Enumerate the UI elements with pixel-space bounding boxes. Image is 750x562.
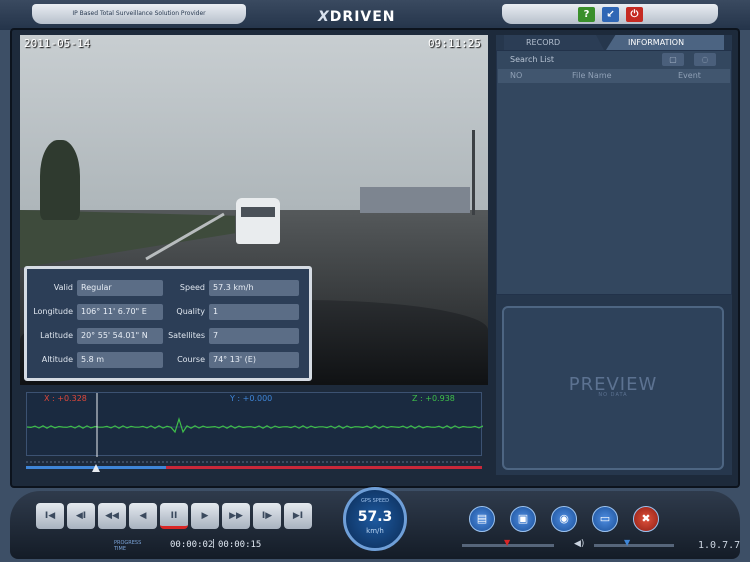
save-button[interactable]: ▣	[510, 506, 536, 532]
timeline-bar[interactable]	[26, 458, 482, 474]
current-time: 00:00:02	[170, 540, 214, 550]
tab-information[interactable]: INFORMATION	[606, 35, 724, 50]
speed-dial-unit: km/h	[366, 527, 384, 535]
minimize-button[interactable]: ↙	[602, 7, 619, 22]
tagline: IP Based Total Surveillance Solution Pro…	[32, 4, 246, 24]
column-no[interactable]: NO	[510, 71, 522, 80]
fast-forward-button[interactable]: ▶▶	[222, 503, 250, 529]
information-tab-label: INFORMATION	[628, 38, 685, 47]
print-button[interactable]: ▭	[592, 506, 618, 532]
preview-subtitle: NO DATA	[598, 392, 628, 398]
play-button[interactable]: ▶	[191, 503, 219, 529]
video-tree	[40, 140, 80, 220]
satellites-value: 7	[209, 328, 299, 344]
video-building	[360, 187, 470, 213]
gps-info-panel: Valid Regular Longitude 106° 11' 6.70" E…	[24, 266, 312, 381]
longitude-label: Longitude	[33, 307, 73, 316]
app-logo: XDRIVEN	[318, 9, 430, 25]
open-folder-button[interactable]: ▤	[469, 506, 495, 532]
y-axis-readout: Y : +0.000	[230, 394, 273, 403]
volume-slider-handle-icon[interactable]: ▼	[624, 538, 630, 547]
logo-text: DRIVEN	[329, 9, 396, 25]
column-event[interactable]: Event	[678, 71, 701, 80]
pause-button[interactable]: II	[160, 503, 188, 529]
list-header: NO File Name Event	[498, 69, 730, 83]
timeline-svg	[26, 461, 482, 472]
valid-value: Regular	[77, 280, 163, 296]
close-button[interactable]: ⏻	[626, 7, 643, 22]
column-file-name[interactable]: File Name	[572, 71, 612, 80]
preview-title: PREVIEW NO DATA	[502, 374, 724, 398]
timeline-remaining	[166, 466, 482, 469]
video-van	[236, 198, 280, 244]
speed-dial-label: GPS SPEED	[360, 498, 389, 504]
settings-button[interactable]: ✖	[633, 506, 659, 532]
video-time: 09:11:25	[428, 37, 481, 50]
course-value: 74° 13' (E)	[209, 352, 299, 368]
snapshot-button[interactable]: ◉	[551, 506, 577, 532]
tab-record[interactable]: RECORD	[504, 35, 604, 50]
zoom-slider-handle-icon[interactable]: ▼	[504, 538, 510, 547]
reverse-play-button[interactable]: ◀	[129, 503, 157, 529]
go-start-button[interactable]: I◀	[36, 503, 64, 529]
z-axis-readout: Z : +0.938	[412, 394, 455, 403]
quality-label: Quality	[176, 307, 205, 316]
search-list[interactable]	[496, 50, 732, 295]
quality-value: 1	[209, 304, 299, 320]
logo-x-icon: X	[318, 9, 330, 25]
version-label: 1.0.7.7	[698, 540, 741, 551]
volume-icon: ◀)	[574, 539, 585, 549]
window-controls: ? ↙ ⏻	[502, 4, 718, 24]
graph-trace	[26, 416, 484, 434]
rewind-button[interactable]: ◀◀	[98, 503, 126, 529]
x-axis-readout: X : +0.328	[44, 394, 87, 403]
video-pole	[472, 130, 475, 215]
search-file-button[interactable]: ▢	[662, 53, 684, 66]
satellites-label: Satellites	[168, 331, 205, 340]
search-options-button[interactable]: ◌	[694, 53, 716, 66]
record-tab-label: RECORD	[526, 38, 561, 47]
speed-label: Speed	[179, 283, 205, 292]
speed-dial-value: 57.3	[357, 509, 393, 525]
latitude-label: Latitude	[40, 331, 73, 340]
step-forward-button[interactable]: I▶	[253, 503, 281, 529]
longitude-value: 106° 11' 6.70" E	[77, 304, 163, 320]
altitude-value: 5.8 m	[77, 352, 163, 368]
video-van-window	[241, 207, 275, 217]
latitude-value: 20° 55' 54.01" N	[77, 328, 163, 344]
step-back-button[interactable]: ◀I	[67, 503, 95, 529]
course-label: Course	[177, 355, 205, 364]
volume-slider[interactable]	[594, 544, 674, 547]
help-button[interactable]: ?	[578, 7, 595, 22]
speed-value: 57.3 km/h	[209, 280, 299, 296]
search-row: Search List ▢ ◌	[498, 52, 730, 67]
video-date: 2011-05-14	[24, 37, 91, 50]
valid-label: Valid	[53, 283, 73, 292]
search-list-label: Search List	[510, 55, 555, 64]
progress-time-label: PROGRESS TIME	[114, 540, 142, 552]
total-time: 00:00:15	[218, 540, 262, 550]
go-end-button[interactable]: ▶I	[284, 503, 312, 529]
time-separator: |	[212, 539, 216, 549]
altitude-label: Altitude	[41, 355, 73, 364]
video-sky	[20, 35, 488, 210]
